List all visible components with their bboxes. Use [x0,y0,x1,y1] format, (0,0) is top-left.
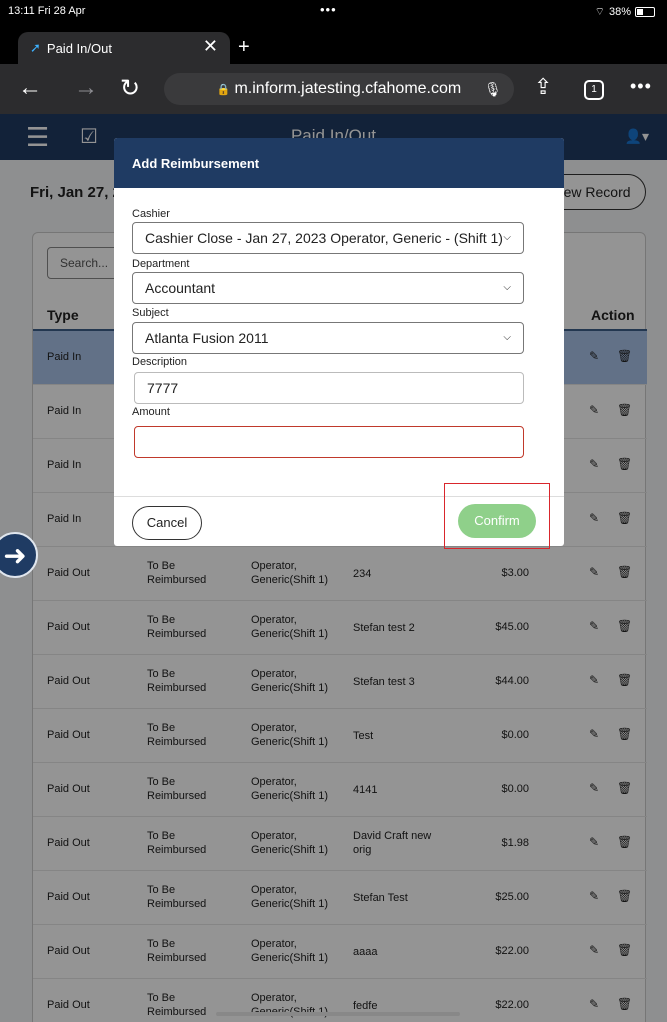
new-tab-icon[interactable]: + [238,36,250,59]
browser-tab[interactable]: ➚ Paid In/Out ✕ [18,32,230,64]
lock-icon: 🔒 [216,83,231,96]
browser-tab-bar: ➚ Paid In/Out ✕ + [0,24,667,64]
site-favicon-icon: ➚ [30,40,41,55]
subject-value: Atlanta Fusion 2011 [145,330,269,346]
department-label: Department [132,258,190,270]
battery-percent: 38% [608,6,631,18]
url-field[interactable]: 🔒 m.inform.jatesting.cfahome.com [164,73,514,105]
subject-label: Subject [132,307,169,319]
more-icon[interactable]: ••• [630,76,652,97]
back-icon[interactable]: ← [18,74,42,102]
app-page: ☰ ☑ Paid In/Out 👤▾ Fri, Jan 27, 2 New Re… [0,114,667,1022]
url-text: m.inform.jatesting.cfahome.com [234,80,462,97]
status-time: 13:11 Fri 28 Apr [8,5,86,17]
cashier-value: Cashier Close - Jan 27, 2023 Operator, G… [145,230,503,246]
department-select[interactable]: Accountant ⌵ [132,272,524,304]
battery-icon [635,7,655,17]
modal-title: Add Reimbursement [114,138,564,188]
subject-select[interactable]: Atlanta Fusion 2011 ⌵ [132,322,524,354]
home-indicator[interactable] [216,1012,460,1016]
amount-label: Amount [132,406,170,418]
tab-title: Paid In/Out [46,40,112,56]
status-bar: 13:11 Fri 28 Apr ••• ⌔ 38% [0,0,667,24]
chevron-down-icon: ⌵ [503,282,511,293]
description-label: Description [132,356,188,368]
close-tab-icon[interactable]: ✕ [203,36,218,57]
forward-icon[interactable]: → [74,74,98,102]
cancel-button[interactable]: Cancel [132,506,202,540]
chevron-down-icon: ⌵ [503,232,511,243]
cashier-select[interactable]: Cashier Close - Jan 27, 2023 Operator, G… [132,222,524,254]
share-icon[interactable]: ⇪ [534,74,552,100]
description-input[interactable]: 7777 [134,372,524,404]
amount-input[interactable] [134,426,524,458]
tab-count-button[interactable]: 1 [584,80,604,100]
department-value: Accountant [145,280,216,296]
wifi-icon: ⌔ [594,6,605,18]
confirm-highlight-box [444,483,550,549]
reload-icon[interactable]: ↻ [120,74,140,103]
multitask-dots[interactable]: ••• [320,2,337,17]
cashier-label: Cashier [132,208,170,220]
chevron-down-icon: ⌵ [503,332,511,343]
microphone-icon[interactable]: 🎙 [484,81,502,98]
address-bar: ← → ↻ 🔒 m.inform.jatesting.cfahome.com 🎙… [0,64,667,114]
